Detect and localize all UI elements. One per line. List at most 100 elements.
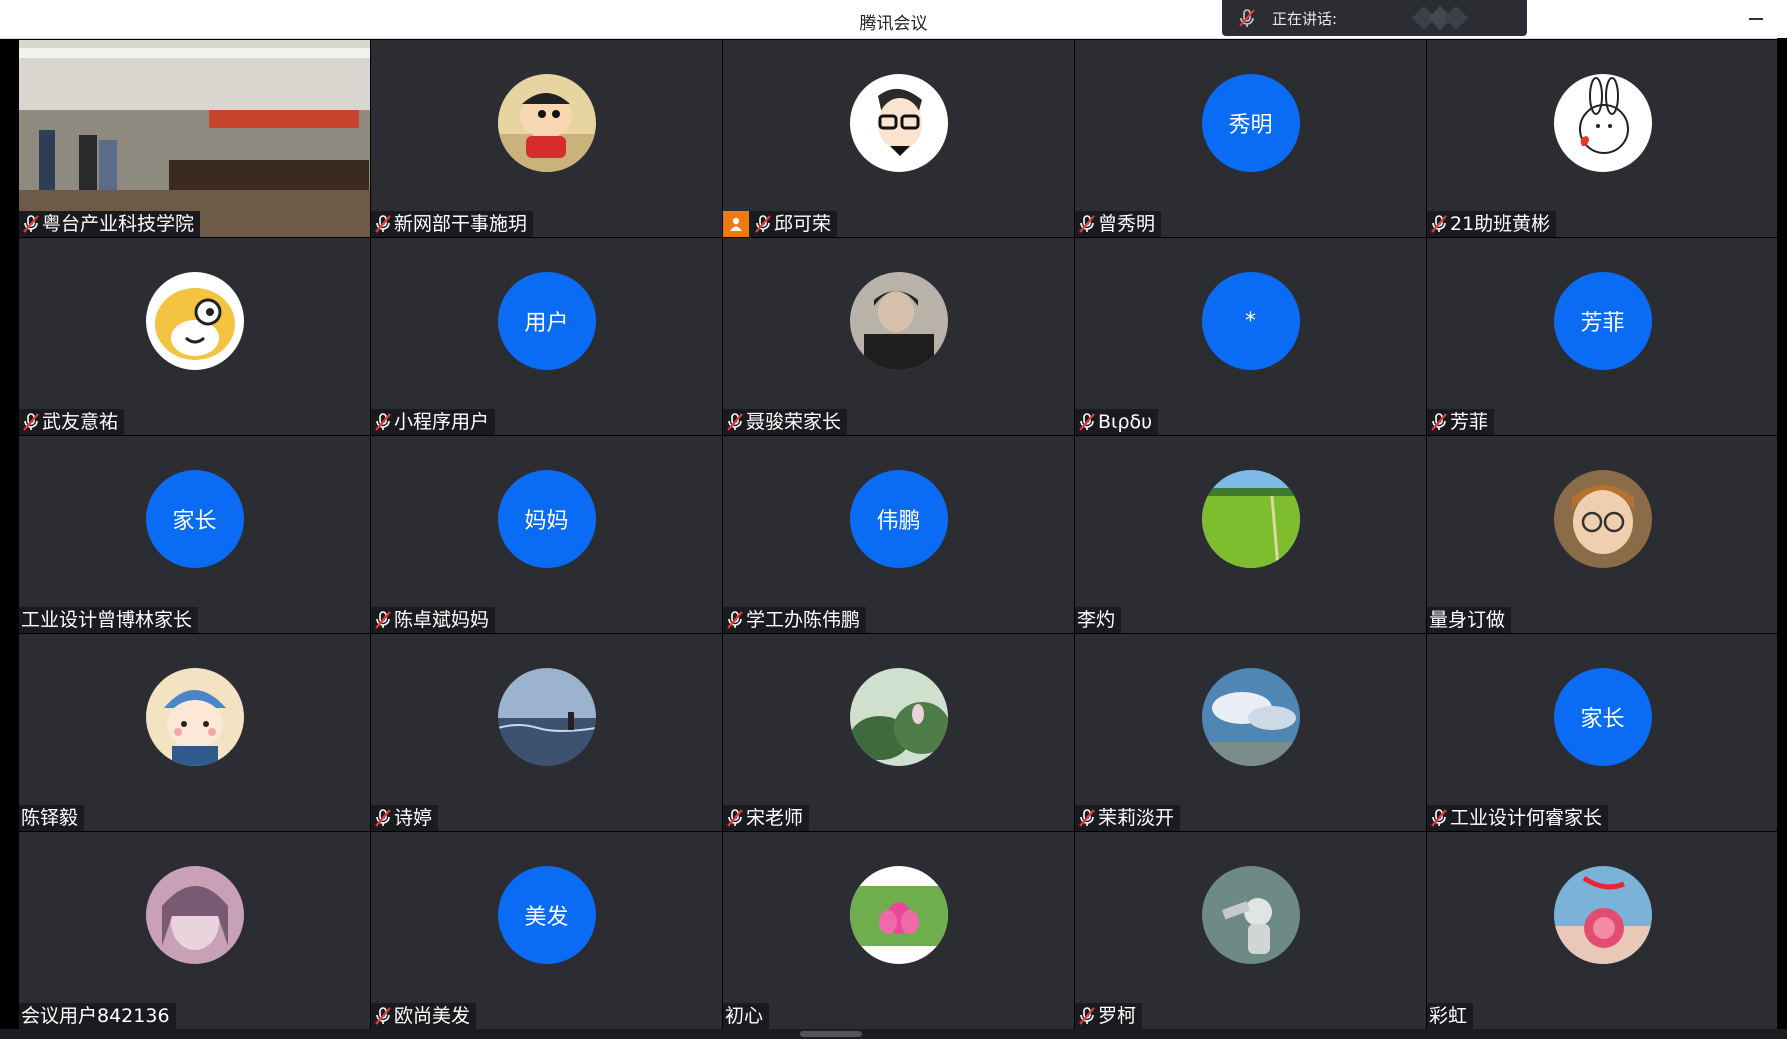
avatar	[145, 668, 244, 766]
mic-muted-icon	[1431, 809, 1447, 827]
participant-tile[interactable]: 伟鹏学工办陈伟鹏	[723, 436, 1074, 633]
avatar	[1553, 866, 1652, 964]
avatar	[1201, 470, 1300, 568]
participant-tile[interactable]: 茉莉淡开	[1075, 634, 1426, 831]
participant-nameplate: 21助班黄彬	[1427, 211, 1557, 237]
participant-name: 诗婷	[394, 807, 433, 829]
participant-nameplate: 学工办陈伟鹏	[723, 607, 867, 633]
participant-name: 宋老师	[746, 807, 804, 829]
participant-tile[interactable]: 量身订做	[1427, 436, 1778, 633]
mic-muted-icon	[1079, 809, 1095, 827]
participant-tile[interactable]: 粤台产业科技学院	[19, 40, 370, 237]
avatar	[849, 668, 948, 766]
avatar	[497, 74, 596, 172]
scrollbar-thumb[interactable]	[800, 1031, 862, 1037]
participant-nameplate: 粤台产业科技学院	[19, 211, 201, 237]
participant-tile[interactable]: 用户小程序用户	[371, 238, 722, 435]
participant-name: 芳菲	[1450, 411, 1489, 433]
avatar	[1553, 470, 1652, 568]
participant-tile[interactable]: 武友意祐	[19, 238, 370, 435]
participant-tile[interactable]: 邱可荣	[723, 40, 1074, 237]
participant-tile[interactable]: 家长 工业设计何睿家长	[1427, 634, 1778, 831]
participant-tile[interactable]: 罗柯	[1075, 832, 1426, 1029]
speaking-indicator: 正在讲话:	[1222, 0, 1527, 36]
participant-tile[interactable]: * Βιρδυ	[1075, 238, 1426, 435]
mic-muted-icon	[375, 611, 391, 629]
participant-nameplate: 工业设计曾博林家长	[19, 607, 199, 633]
participant-name: 小程序用户	[394, 411, 490, 433]
participant-tile[interactable]: 美发 欧尚美发	[371, 832, 722, 1029]
participant-nameplate: 曾秀明	[1075, 211, 1162, 237]
avatar: 妈妈	[497, 470, 596, 568]
participant-name: 彩虹	[1429, 1005, 1468, 1027]
participant-name: 陈卓斌妈妈	[394, 609, 490, 631]
participant-tile[interactable]: 李灼	[1075, 436, 1426, 633]
host-badge-icon	[723, 211, 749, 237]
participant-tile[interactable]: 诗婷	[371, 634, 722, 831]
participant-tile[interactable]: 新网部干事施玥	[371, 40, 722, 237]
avatar: *	[1201, 272, 1300, 370]
mic-muted-icon	[1431, 215, 1447, 233]
participant-name: 聂骏荣家长	[746, 411, 842, 433]
avatar	[1201, 668, 1300, 766]
participant-name: 学工办陈伟鹏	[746, 609, 861, 631]
participant-name: 量身订做	[1429, 609, 1506, 631]
participant-tile[interactable]: 宋老师	[723, 634, 1074, 831]
avatar: 伟鹏	[849, 470, 948, 568]
participant-nameplate: 诗婷	[371, 805, 439, 831]
mic-muted-icon	[375, 809, 391, 827]
participant-nameplate: 会议用户842136	[19, 1003, 176, 1029]
participant-name: 陈铎毅	[21, 807, 79, 829]
participant-name: 武友意祐	[42, 411, 119, 433]
participant-nameplate: 聂骏荣家长	[723, 409, 848, 435]
horizontal-scrollbar[interactable]	[0, 1029, 1787, 1039]
participant-nameplate: 量身订做	[1427, 607, 1512, 633]
participant-tile[interactable]: 会议用户842136	[19, 832, 370, 1029]
participant-name: 新网部干事施玥	[394, 213, 528, 235]
participant-nameplate: 彩虹	[1427, 1003, 1474, 1029]
minimize-button[interactable]	[1743, 6, 1769, 32]
participant-name: 初心	[725, 1005, 764, 1027]
participant-name: 粤台产业科技学院	[42, 213, 195, 235]
participant-name: 会议用户842136	[21, 1005, 170, 1027]
mic-muted-icon	[1079, 215, 1095, 233]
participant-name: Βιρδυ	[1098, 411, 1153, 433]
participant-nameplate: 陈卓斌妈妈	[371, 607, 496, 633]
mic-muted-icon	[1079, 1007, 1095, 1025]
right-edge	[1777, 38, 1787, 1039]
avatar	[849, 866, 948, 964]
avatar: 芳菲	[1553, 272, 1652, 370]
participant-tile[interactable]: 初心	[723, 832, 1074, 1029]
mic-muted-icon	[755, 215, 771, 233]
mic-muted-icon	[727, 809, 743, 827]
participant-name: 罗柯	[1098, 1005, 1137, 1027]
participant-tile[interactable]: 21助班黄彬	[1427, 40, 1778, 237]
video-feed	[19, 40, 370, 237]
participant-tile[interactable]: 芳菲 芳菲	[1427, 238, 1778, 435]
participant-tile[interactable]: 陈铎毅	[19, 634, 370, 831]
participant-tile[interactable]: 妈妈陈卓斌妈妈	[371, 436, 722, 633]
participant-tile[interactable]: 秀明 曾秀明	[1075, 40, 1426, 237]
avatar: 家长	[1553, 668, 1652, 766]
avatar	[849, 74, 948, 172]
participant-nameplate: 邱可荣	[723, 211, 838, 237]
participant-nameplate: Βιρδυ	[1075, 409, 1159, 435]
speaking-label: 正在讲话:	[1272, 9, 1338, 28]
participant-nameplate: 宋老师	[723, 805, 810, 831]
participant-nameplate: 武友意祐	[19, 409, 125, 435]
mic-muted-icon	[1239, 9, 1255, 27]
participant-tile[interactable]: 聂骏荣家长	[723, 238, 1074, 435]
participant-tile[interactable]: 家长 工业设计曾博林家长	[19, 436, 370, 633]
avatar	[849, 272, 948, 370]
mic-muted-icon	[1431, 413, 1447, 431]
participant-name: 邱可荣	[774, 213, 832, 235]
avatar: 用户	[497, 272, 596, 370]
participant-grid: 粤台产业科技学院 新网部干事施玥 邱可荣 秀明 曾秀明 21助班黄彬武友意祐 用户小程序用户…	[19, 40, 1778, 1029]
participant-name: 李灼	[1077, 609, 1116, 631]
participant-nameplate: 初心	[723, 1003, 770, 1029]
mic-muted-icon	[23, 413, 39, 431]
participant-name: 工业设计曾博林家长	[21, 609, 193, 631]
mic-muted-icon	[727, 611, 743, 629]
avatar	[145, 272, 244, 370]
participant-tile[interactable]: 彩虹	[1427, 832, 1778, 1029]
